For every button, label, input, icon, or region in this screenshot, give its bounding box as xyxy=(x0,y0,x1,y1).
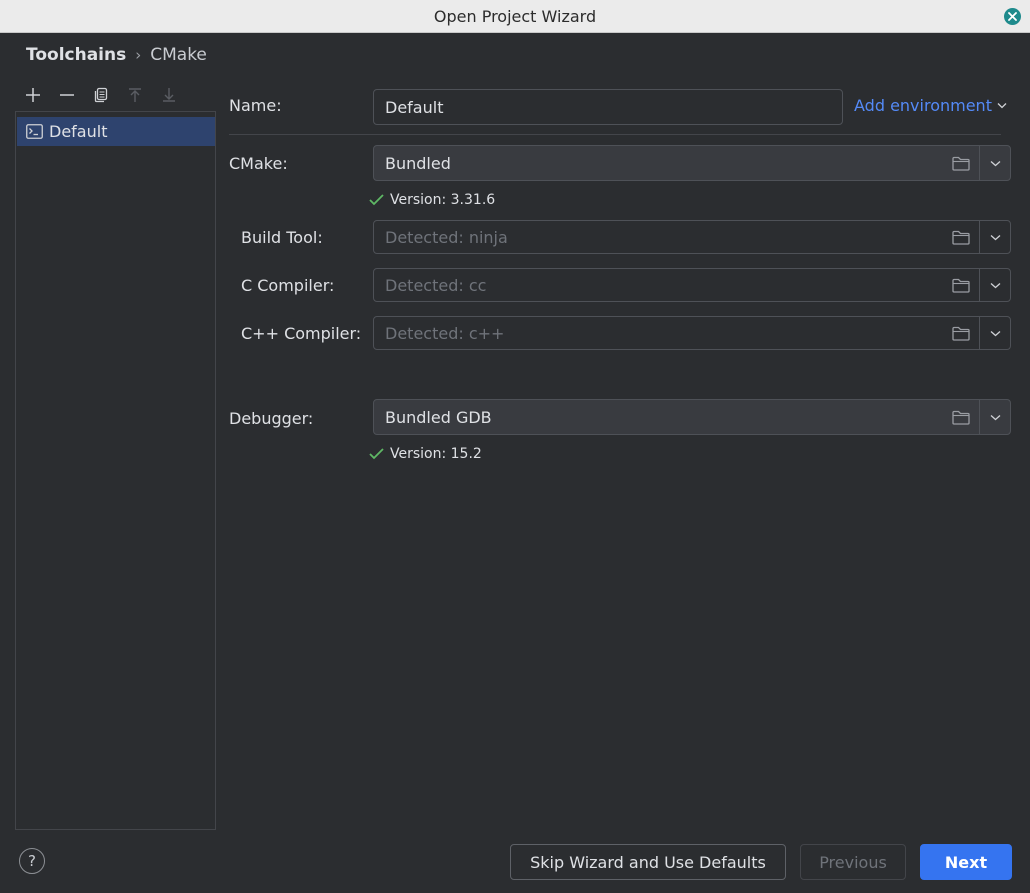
arrow-down-icon xyxy=(163,88,175,102)
debugger-version-text: Version: 15.2 xyxy=(390,446,482,462)
arrow-up-icon xyxy=(129,88,141,102)
skip-wizard-label: Skip Wizard and Use Defaults xyxy=(530,852,766,872)
copy-toolchain-button[interactable] xyxy=(84,83,118,107)
remove-toolchain-button[interactable] xyxy=(50,83,84,107)
cmake-value: Bundled xyxy=(385,153,451,173)
help-icon: ? xyxy=(28,852,36,870)
close-window-button[interactable] xyxy=(1004,8,1021,25)
toolchain-toolbar xyxy=(16,83,186,107)
next-label: Next xyxy=(944,852,988,872)
previous-button[interactable]: Previous xyxy=(800,844,906,880)
list-item-label: Default xyxy=(49,122,108,141)
chevron-down-icon xyxy=(990,282,1000,288)
cmake-version-status: Version: 3.31.6 xyxy=(369,192,495,208)
breadcrumb-separator: › xyxy=(135,46,142,64)
cpp-compiler-browse-button[interactable] xyxy=(943,317,979,349)
folder-icon xyxy=(952,230,970,245)
cmake-dropdown-arrow[interactable] xyxy=(979,146,1010,180)
toolchain-list: Default xyxy=(15,111,216,830)
cpp-compiler-label: C++ Compiler: xyxy=(241,324,362,343)
build-tool-dropdown-arrow[interactable] xyxy=(979,221,1010,253)
close-icon xyxy=(1008,12,1017,21)
debugger-value: Bundled GDB xyxy=(385,407,492,427)
name-field-value: Default xyxy=(385,97,444,117)
debugger-browse-button[interactable] xyxy=(943,400,979,434)
minus-icon xyxy=(60,94,74,96)
chevron-down-icon xyxy=(990,330,1000,336)
cmake-browse-button[interactable] xyxy=(943,146,979,180)
build-tool-combo[interactable]: Detected: ninja xyxy=(373,220,1011,254)
previous-label: Previous xyxy=(819,852,887,872)
cmake-combo[interactable]: Bundled xyxy=(373,145,1011,181)
next-button[interactable]: Next xyxy=(920,844,1012,880)
folder-icon xyxy=(952,326,970,341)
move-down-button[interactable] xyxy=(152,83,186,107)
chevron-down-icon xyxy=(997,103,1007,109)
cpp-compiler-placeholder: Detected: c++ xyxy=(385,323,505,343)
build-tool-browse-button[interactable] xyxy=(943,221,979,253)
name-label: Name: xyxy=(229,96,282,115)
add-environment-label: Add environment xyxy=(854,96,992,115)
cpp-compiler-combo[interactable]: Detected: c++ xyxy=(373,316,1011,350)
folder-icon xyxy=(952,278,970,293)
c-compiler-label: C Compiler: xyxy=(241,276,335,295)
build-tool-label: Build Tool: xyxy=(241,228,323,247)
breadcrumb: Toolchains › CMake xyxy=(26,45,207,65)
terminal-icon xyxy=(26,124,43,139)
cpp-compiler-dropdown-arrow[interactable] xyxy=(979,317,1010,349)
cmake-version-text: Version: 3.31.6 xyxy=(390,192,496,208)
copy-icon xyxy=(94,87,108,103)
folder-icon xyxy=(952,410,970,425)
debugger-label: Debugger: xyxy=(229,409,314,428)
c-compiler-browse-button[interactable] xyxy=(943,269,979,301)
build-tool-placeholder: Detected: ninja xyxy=(385,227,508,247)
debugger-combo[interactable]: Bundled GDB xyxy=(373,399,1011,435)
cmake-label: CMake: xyxy=(229,154,288,173)
chevron-down-icon xyxy=(990,160,1000,166)
breadcrumb-cmake: CMake xyxy=(150,45,207,65)
checkmark-icon xyxy=(369,194,384,206)
window-title-bar: Open Project Wizard xyxy=(0,0,1030,33)
add-toolchain-button[interactable] xyxy=(16,83,50,107)
c-compiler-dropdown-arrow[interactable] xyxy=(979,269,1010,301)
move-up-button[interactable] xyxy=(118,83,152,107)
checkmark-icon xyxy=(369,448,384,460)
add-environment-link[interactable]: Add environment xyxy=(854,96,1007,115)
c-compiler-placeholder: Detected: cc xyxy=(385,275,487,295)
help-button[interactable]: ? xyxy=(19,848,45,874)
name-field[interactable]: Default xyxy=(373,89,843,125)
debugger-version-status: Version: 15.2 xyxy=(369,446,482,462)
skip-wizard-button[interactable]: Skip Wizard and Use Defaults xyxy=(510,844,786,880)
divider xyxy=(229,134,1001,135)
list-item-default[interactable]: Default xyxy=(17,117,215,146)
chevron-down-icon xyxy=(990,414,1000,420)
debugger-dropdown-arrow[interactable] xyxy=(979,400,1010,434)
folder-icon xyxy=(952,156,970,171)
breadcrumb-toolchains[interactable]: Toolchains xyxy=(26,45,126,65)
window-title: Open Project Wizard xyxy=(433,6,597,26)
chevron-down-icon xyxy=(990,234,1000,240)
plus-icon xyxy=(26,88,40,102)
c-compiler-combo[interactable]: Detected: cc xyxy=(373,268,1011,302)
